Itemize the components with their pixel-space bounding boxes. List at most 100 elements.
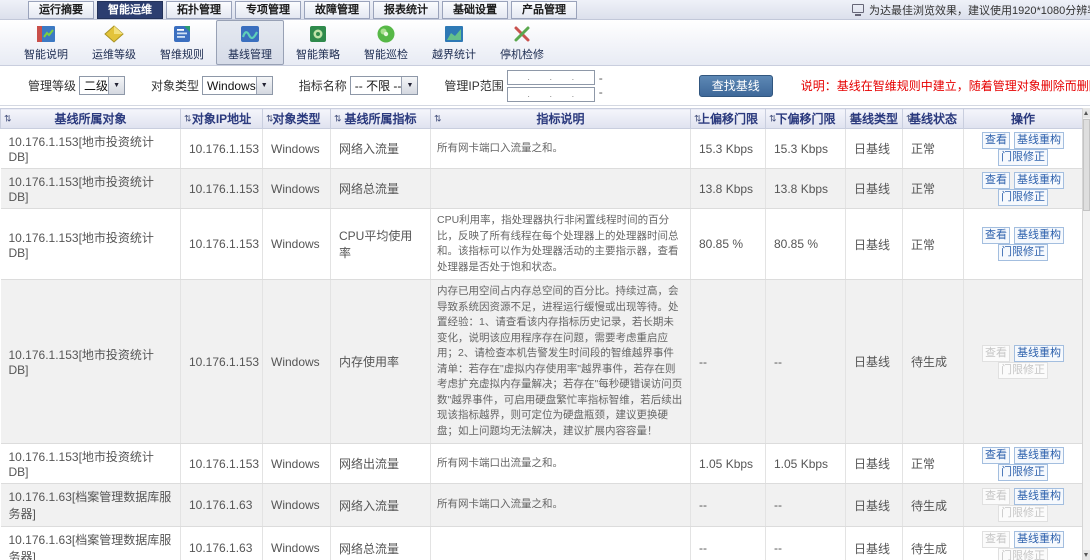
- baseline-table-wrap: ⇅基线所属对象⇅对象IP地址⇅对象类型⇅基线所属指标⇅指标说明⇅上偏移门限⇅下偏…: [0, 108, 1082, 560]
- top-nav: 运行摘要智能运维拓扑管理专项管理故障管理报表统计基础设置产品管理 为达最佳浏览效…: [0, 0, 1090, 20]
- nav-tab-1[interactable]: 智能运维: [97, 1, 163, 19]
- rebuild-link[interactable]: 基线重构: [1014, 447, 1064, 464]
- fix-link: 门限修正: [998, 548, 1048, 560]
- cell-desc: 所有网卡端口入流量之和。: [431, 484, 691, 527]
- fix-link[interactable]: 门限修正: [998, 149, 1048, 166]
- cell-btype: 日基线: [846, 444, 903, 484]
- cell-metric: 网络入流量: [331, 484, 431, 527]
- rebuild-link[interactable]: 基线重构: [1014, 531, 1064, 548]
- col-header-5[interactable]: ⇅上偏移门限: [691, 109, 766, 129]
- sort-icon[interactable]: ⇅: [694, 113, 702, 124]
- col-header-label: 下偏移门限: [775, 112, 835, 126]
- scroll-up-arrow-icon[interactable]: [1083, 108, 1090, 118]
- nav-tab-2[interactable]: 拓扑管理: [166, 1, 232, 19]
- nav-tab-4[interactable]: 故障管理: [304, 1, 370, 19]
- cell-status: 正常: [903, 169, 964, 209]
- view-link[interactable]: 查看: [982, 227, 1010, 244]
- chevron-down-icon: ▼: [256, 77, 272, 94]
- toolbar-item-label: 智能巡检: [364, 46, 408, 62]
- nav-tab-5[interactable]: 报表统计: [373, 1, 439, 19]
- object-type-select[interactable]: Windows ▼: [202, 76, 273, 95]
- rebuild-link[interactable]: 基线重构: [1014, 345, 1064, 362]
- col-header-4[interactable]: ⇅指标说明: [431, 109, 691, 129]
- baseline-icon: [239, 23, 261, 45]
- col-header-2[interactable]: ⇅对象类型: [263, 109, 331, 129]
- cell-desc: [431, 527, 691, 560]
- ip-range-start-input[interactable]: ...: [507, 70, 595, 85]
- nav-tab-6[interactable]: 基础设置: [442, 1, 508, 19]
- view-link: 查看: [982, 531, 1010, 548]
- toolbar-item-7[interactable]: 停机检修: [488, 20, 556, 65]
- rebuild-link[interactable]: 基线重构: [1014, 172, 1064, 189]
- scroll-down-arrow-icon[interactable]: [1083, 550, 1090, 560]
- sort-icon[interactable]: ⇅: [906, 113, 914, 124]
- cell-type: Windows: [263, 527, 331, 560]
- nav-tab-3[interactable]: 专项管理: [235, 1, 301, 19]
- col-header-label: 上偏移门限: [698, 112, 758, 126]
- fix-link[interactable]: 门限修正: [998, 464, 1048, 481]
- cell-object: 10.176.1.153[地市投资统计DB]: [1, 280, 181, 444]
- metric-name-select[interactable]: -- 不限 -- ▼: [350, 76, 419, 95]
- table-header-row: ⇅基线所属对象⇅对象IP地址⇅对象类型⇅基线所属指标⇅指标说明⇅上偏移门限⇅下偏…: [1, 109, 1083, 129]
- cell-status: 正常: [903, 129, 964, 169]
- col-header-7[interactable]: ⇅基线类型: [846, 109, 903, 129]
- fix-link[interactable]: 门限修正: [998, 189, 1048, 206]
- col-header-label: 操作: [1011, 112, 1035, 126]
- col-header-0[interactable]: ⇅基线所属对象: [1, 109, 181, 129]
- cell-lower: 13.8 Kbps: [766, 169, 846, 209]
- sort-icon[interactable]: ⇅: [266, 113, 274, 124]
- col-header-8[interactable]: ⇅基线状态: [903, 109, 964, 129]
- table-row: 10.176.1.63[档案管理数据库服务器]10.176.1.63Window…: [1, 527, 1083, 560]
- cell-btype: 日基线: [846, 129, 903, 169]
- toolbar-item-4[interactable]: 智能策略: [284, 20, 352, 65]
- rebuild-link[interactable]: 基线重构: [1014, 488, 1064, 505]
- rebuild-link[interactable]: 基线重构: [1014, 132, 1064, 149]
- table-row: 10.176.1.153[地市投资统计DB]10.176.1.153Window…: [1, 209, 1083, 280]
- cell-btype: 日基线: [846, 527, 903, 560]
- col-header-6[interactable]: ⇅下偏移门限: [766, 109, 846, 129]
- view-link[interactable]: 查看: [982, 132, 1010, 149]
- table-row: 10.176.1.153[地市投资统计DB]10.176.1.153Window…: [1, 129, 1083, 169]
- view-link[interactable]: 查看: [982, 447, 1010, 464]
- view-link: 查看: [982, 345, 1010, 362]
- cell-upper: --: [691, 527, 766, 560]
- nav-tabs: 运行摘要智能运维拓扑管理专项管理故障管理报表统计基础设置产品管理: [28, 1, 580, 19]
- nav-tab-7[interactable]: 产品管理: [511, 1, 577, 19]
- sort-icon[interactable]: ⇅: [769, 113, 777, 124]
- sort-icon[interactable]: ⇅: [184, 113, 192, 124]
- level-select[interactable]: 二级 ▼: [79, 76, 125, 95]
- toolbar-item-3[interactable]: 基线管理: [216, 20, 284, 65]
- ip-range-end-input[interactable]: ...: [507, 87, 595, 102]
- toolbar-item-label: 基线管理: [228, 46, 272, 62]
- ip-range-label: 管理IP范围: [444, 77, 503, 94]
- cell-object: 10.176.1.153[地市投资统计DB]: [1, 169, 181, 209]
- toolbar-item-2[interactable]: 智维规则: [148, 20, 216, 65]
- sort-icon[interactable]: ⇅: [334, 113, 342, 124]
- cell-metric: 网络出流量: [331, 444, 431, 484]
- toolbar-item-label: 运维等级: [92, 46, 136, 62]
- scroll-thumb[interactable]: [1083, 119, 1090, 211]
- view-link[interactable]: 查看: [982, 172, 1010, 189]
- toolbar-item-1[interactable]: 运维等级: [80, 20, 148, 65]
- level-label: 管理等级: [28, 77, 76, 94]
- cell-lower: --: [766, 484, 846, 527]
- sort-icon[interactable]: ⇅: [4, 113, 12, 124]
- sort-icon[interactable]: ⇅: [434, 113, 442, 124]
- col-header-label: 对象类型: [272, 112, 320, 126]
- cell-actions: 查看基线重构门限修正: [964, 169, 1083, 209]
- toolbar-item-5[interactable]: 智能巡检: [352, 20, 420, 65]
- cell-status: 正常: [903, 444, 964, 484]
- cell-lower: 15.3 Kbps: [766, 129, 846, 169]
- col-header-3[interactable]: ⇅基线所属指标: [331, 109, 431, 129]
- toolbar-item-6[interactable]: 越界统计: [420, 20, 488, 65]
- cell-lower: 80.85 %: [766, 209, 846, 280]
- sort-icon[interactable]: ⇅: [849, 113, 857, 124]
- rebuild-link[interactable]: 基线重构: [1014, 227, 1064, 244]
- vertical-scrollbar[interactable]: [1082, 108, 1090, 560]
- cell-btype: 日基线: [846, 169, 903, 209]
- toolbar-item-0[interactable]: 智能说明: [12, 20, 80, 65]
- nav-tab-0[interactable]: 运行摘要: [28, 1, 94, 19]
- search-baseline-button[interactable]: 查找基线: [699, 75, 773, 97]
- col-header-1[interactable]: ⇅对象IP地址: [181, 109, 263, 129]
- fix-link[interactable]: 门限修正: [998, 244, 1048, 261]
